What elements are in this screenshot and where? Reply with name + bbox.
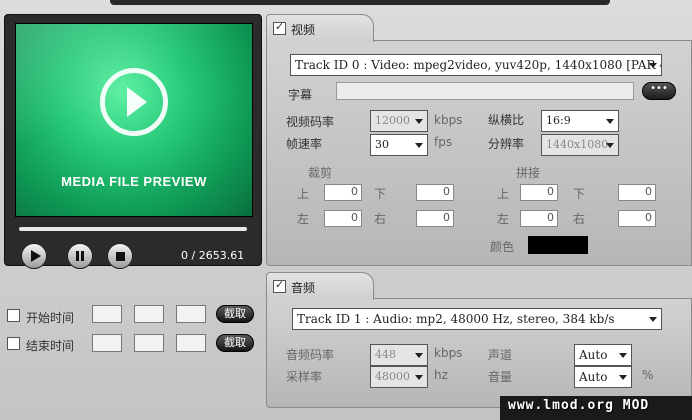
samplerate-select[interactable]: 48000 (370, 366, 428, 388)
video-bitrate-value: 12000 (375, 114, 410, 127)
samplerate-unit: hz (434, 368, 448, 382)
video-bitrate-unit: kbps (434, 113, 463, 127)
fps-select[interactable]: 30 (370, 134, 428, 156)
video-bitrate-select[interactable]: 12000 (370, 110, 428, 132)
video-enable-checkbox[interactable] (273, 20, 286, 35)
resolution-select[interactable]: 1440x1080 (541, 134, 619, 156)
chevron-down-icon (649, 63, 657, 68)
tab-video[interactable]: 视频 (266, 14, 374, 42)
subtitle-browse-button[interactable]: ••• (642, 82, 676, 100)
chevron-down-icon (415, 143, 423, 148)
video-track-value: Track ID 0 : Video: mpeg2video, yuv420p,… (295, 58, 662, 72)
chevron-down-icon (415, 375, 423, 380)
resolution-label: 分辨率 (488, 137, 525, 151)
end-minute-input[interactable] (134, 334, 164, 352)
audio-bitrate-unit: kbps (434, 346, 463, 360)
preview-screen[interactable]: MEDIA FILE PREVIEW (15, 23, 253, 217)
fps-label: 帧速率 (286, 137, 323, 151)
samplerate-value: 48000 (375, 370, 410, 383)
pad-left-input[interactable]: 0 (520, 210, 558, 227)
fps-value: 30 (375, 138, 389, 151)
audio-enable-checkbox[interactable] (273, 278, 286, 293)
channel-label: 声道 (488, 348, 513, 362)
crop-top-label: 上 (297, 187, 310, 201)
audio-bitrate-select[interactable]: 448 (370, 344, 428, 366)
resolution-value: 1440x1080 (546, 138, 609, 151)
video-bitrate-label: 视频码率 (286, 115, 335, 129)
subtitle-label: 字幕 (288, 88, 313, 102)
crop-right-input[interactable]: 0 (416, 210, 454, 227)
channel-select[interactable]: Auto (574, 344, 632, 366)
subtitle-input[interactable] (336, 82, 634, 100)
start-second-input[interactable] (176, 305, 206, 323)
chevron-down-icon (606, 143, 614, 148)
tab-audio[interactable]: 音频 (266, 272, 374, 300)
start-time-checkbox[interactable] (7, 309, 20, 322)
audio-bitrate-value: 448 (375, 348, 396, 361)
end-time-checkbox[interactable] (7, 337, 20, 350)
audio-bitrate-label: 音频码率 (286, 348, 335, 362)
end-capture-button[interactable]: 截取 (216, 334, 254, 352)
pad-bottom-label: 下 (573, 187, 586, 201)
pad-bottom-input[interactable]: 0 (618, 184, 656, 201)
fps-unit: fps (434, 135, 453, 149)
pad-right-label: 右 (573, 212, 586, 226)
preview-label: MEDIA FILE PREVIEW (61, 174, 207, 189)
preview-panel: MEDIA FILE PREVIEW 0 / 2653.61 (4, 14, 262, 269)
volume-label: 音量 (488, 370, 513, 384)
audio-tab-label: 音频 (291, 281, 316, 295)
samplerate-label: 采样率 (286, 370, 323, 384)
crop-bottom-label: 下 (374, 187, 387, 201)
pad-top-label: 上 (497, 187, 510, 201)
big-play-icon[interactable] (100, 68, 168, 136)
aspect-value: 16:9 (546, 114, 571, 127)
color-swatch[interactable] (528, 236, 588, 254)
start-hour-input[interactable] (92, 305, 122, 323)
pad-right-input[interactable]: 0 (618, 210, 656, 227)
color-label: 颜色 (490, 240, 515, 254)
chevron-down-icon (415, 353, 423, 358)
end-second-input[interactable] (176, 334, 206, 352)
chevron-down-icon (606, 119, 614, 124)
time-display: 0 / 2653.61 (181, 249, 245, 262)
play-button[interactable] (21, 243, 47, 269)
volume-unit: % (642, 368, 654, 382)
audio-track-select[interactable]: Track ID 1 : Audio: mp2, 48000 Hz, stere… (292, 308, 662, 330)
volume-value: Auto (579, 370, 608, 384)
crop-left-label: 左 (297, 212, 310, 226)
audio-track-value: Track ID 1 : Audio: mp2, 48000 Hz, stere… (297, 312, 615, 326)
pad-left-label: 左 (497, 212, 510, 226)
end-hour-input[interactable] (92, 334, 122, 352)
crop-title: 裁剪 (308, 166, 333, 180)
crop-left-input[interactable]: 0 (324, 210, 362, 227)
stop-button[interactable] (107, 243, 133, 269)
end-time-label: 结束时间 (26, 339, 75, 353)
progress-slider[interactable] (19, 227, 247, 231)
pad-title: 拼接 (516, 166, 541, 180)
watermark: www.lmod.org MOD (508, 398, 650, 413)
aspect-select[interactable]: 16:9 (541, 110, 619, 132)
chevron-down-icon (415, 119, 423, 124)
pause-button[interactable] (67, 243, 93, 269)
volume-select[interactable]: Auto (574, 366, 632, 388)
top-bar (110, 0, 610, 5)
video-tab-label: 视频 (291, 23, 316, 37)
channel-value: Auto (579, 348, 608, 362)
crop-top-input[interactable]: 0 (324, 184, 362, 201)
chevron-down-icon (619, 353, 627, 358)
start-time-label: 开始时间 (26, 311, 75, 325)
start-capture-button[interactable]: 截取 (216, 305, 254, 323)
video-track-select[interactable]: Track ID 0 : Video: mpeg2video, yuv420p,… (290, 54, 662, 76)
chevron-down-icon (619, 375, 627, 380)
pad-top-input[interactable]: 0 (520, 184, 558, 201)
aspect-label: 纵横比 (488, 113, 525, 127)
crop-right-label: 右 (374, 212, 387, 226)
start-minute-input[interactable] (134, 305, 164, 323)
crop-bottom-input[interactable]: 0 (416, 184, 454, 201)
chevron-down-icon (649, 317, 657, 322)
